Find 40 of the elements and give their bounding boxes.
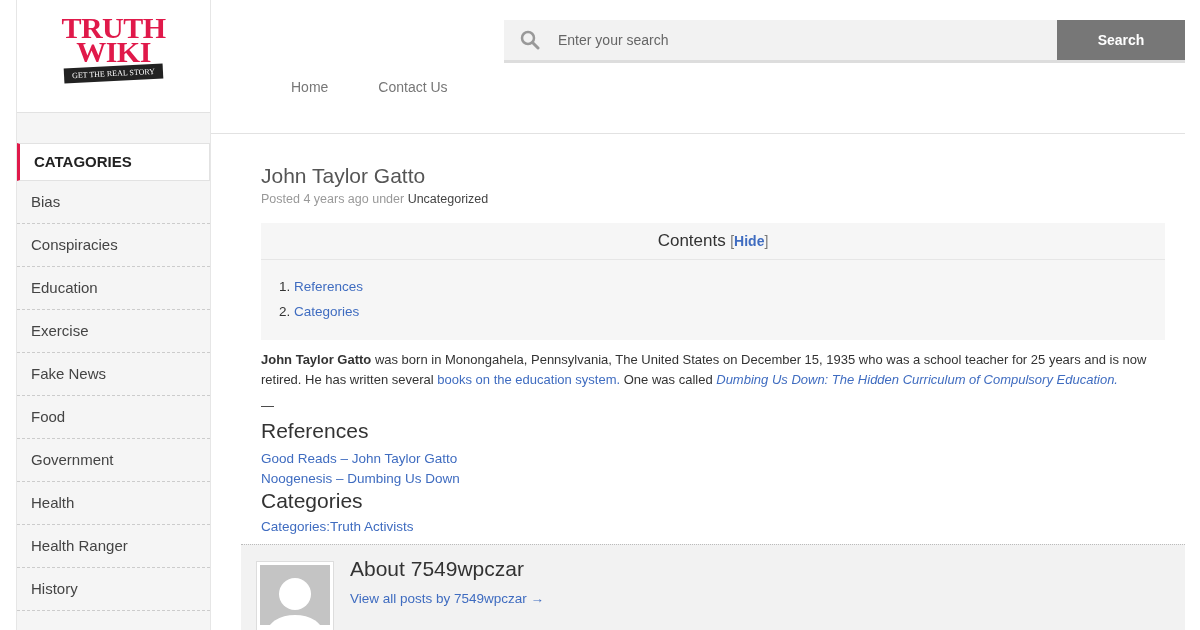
sidebar-item[interactable]: Conspiracies xyxy=(17,224,210,267)
post-meta: Posted 4 years ago under xyxy=(261,192,405,206)
article-paragraph: John Taylor Gatto was born in Monongahela, Pennsylvania, The United States on December 15, 1935 who was a school teacher for 25 years and is now retired. He has written several books on the education system. One was called Dumbing Us Down: The Hidden Curriculum of Compulsory Education. xyxy=(261,351,1148,389)
list-number: 1. xyxy=(279,279,291,294)
site-logo[interactable]: TRUTH WIKI GET THE REAL STORY xyxy=(61,16,166,81)
section-heading: Categories xyxy=(261,489,364,513)
avatar-icon xyxy=(260,565,330,625)
contents-link[interactable]: Categories xyxy=(294,304,360,319)
sidebar-item[interactable]: Food xyxy=(17,396,210,439)
author-title: About 7549wpczar xyxy=(350,557,525,581)
contents-link[interactable]: References xyxy=(294,279,364,294)
inline-link[interactable]: Dumbing Us Down: The Hidden Curriculum of Compulsory Education. xyxy=(716,372,1118,387)
list-number: 2. xyxy=(279,304,291,319)
author-posts-link[interactable]: View all posts by 7549wpczar → xyxy=(350,591,545,606)
bracket: [ xyxy=(730,233,735,249)
sidebar-heading: CATAGORIES xyxy=(17,143,210,181)
search-icon xyxy=(520,30,540,50)
reference-link[interactable]: Noogenesis – Dumbing Us Down xyxy=(261,471,460,486)
category-link[interactable]: Categories:Truth Activists xyxy=(261,519,414,534)
sidebar-item[interactable]: Fake News xyxy=(17,353,210,396)
bracket: ] xyxy=(764,233,769,249)
sidebar-item[interactable]: History xyxy=(17,568,210,611)
search-button[interactable]: Search xyxy=(1057,20,1185,60)
sidebar-item[interactable]: Education xyxy=(17,267,210,310)
reference-link[interactable]: Good Reads – John Taylor Gatto xyxy=(261,451,458,466)
nav-link[interactable]: Contact Us xyxy=(378,79,448,95)
inline-link[interactable]: books on the education system. xyxy=(437,372,621,387)
hide-link[interactable]: Hide xyxy=(734,233,765,249)
sidebar-item[interactable]: Government xyxy=(17,439,210,482)
sidebar-item[interactable]: Exercise xyxy=(17,310,210,353)
separator-dash: — xyxy=(261,398,275,413)
nav-link[interactable]: Home xyxy=(291,79,329,95)
search-field[interactable]: Enter your search Search xyxy=(504,20,1185,63)
contents-title: Contents xyxy=(657,231,726,250)
section-heading: References xyxy=(261,419,370,443)
post-title: John Taylor Gatto xyxy=(261,164,427,188)
sidebar-item[interactable]: Health xyxy=(17,482,210,525)
category-link[interactable]: Uncategorized xyxy=(407,192,489,206)
sidebar-item[interactable]: Bias xyxy=(17,181,210,224)
sidebar-item[interactable]: Health Ranger xyxy=(17,525,210,568)
